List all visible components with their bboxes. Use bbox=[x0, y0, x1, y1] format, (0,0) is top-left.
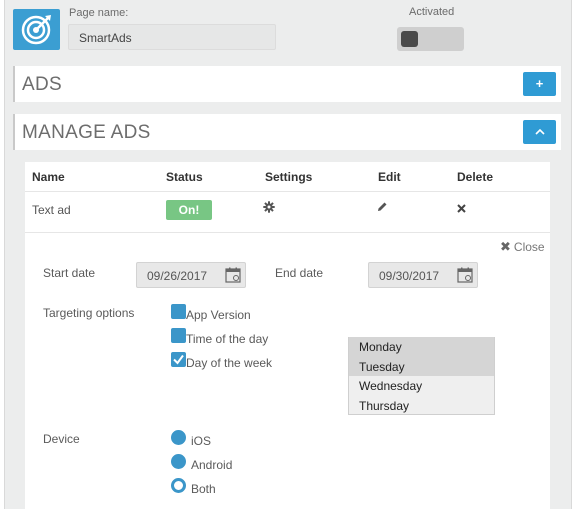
end-date-label: End date bbox=[275, 266, 324, 280]
both-label: Both bbox=[191, 482, 216, 496]
manage-ads-panel-title: MANAGE ADS bbox=[22, 122, 151, 143]
radio-ios[interactable] bbox=[171, 430, 186, 445]
header-divider bbox=[25, 191, 550, 192]
end-date-input[interactable]: 09/30/2017 bbox=[368, 262, 478, 288]
ios-label: iOS bbox=[191, 434, 212, 448]
day-option[interactable]: Thursday bbox=[349, 395, 494, 414]
day-of-week-label: Day of the week bbox=[186, 356, 273, 370]
row-name: Text ad bbox=[32, 203, 71, 217]
close-icon[interactable] bbox=[457, 202, 466, 216]
add-ad-button[interactable]: + bbox=[523, 72, 556, 96]
col-header-edit: Edit bbox=[378, 170, 401, 184]
chevron-up-icon bbox=[534, 128, 545, 135]
day-option[interactable]: Tuesday bbox=[349, 356, 494, 376]
col-header-delete: Delete bbox=[457, 170, 494, 184]
close-x-icon: ✖ bbox=[500, 239, 511, 254]
day-option[interactable]: Monday bbox=[349, 337, 494, 357]
gear-icon[interactable] bbox=[263, 201, 275, 216]
activated-label: Activated bbox=[409, 6, 455, 18]
calendar-icon[interactable] bbox=[225, 267, 241, 286]
pencil-icon[interactable] bbox=[377, 201, 388, 215]
ads-panel-title: ADS bbox=[22, 74, 62, 95]
device-label: Device bbox=[43, 432, 80, 446]
days-listbox[interactable]: Monday Tuesday Wednesday Thursday bbox=[348, 337, 495, 415]
radio-android[interactable] bbox=[171, 454, 186, 469]
start-date-value: 09/26/2017 bbox=[147, 269, 208, 283]
checkbox-app-version[interactable] bbox=[171, 304, 186, 319]
close-detail-button[interactable]: ✖ Close bbox=[500, 239, 545, 255]
close-label: Close bbox=[513, 240, 545, 254]
targeting-options-label: Targeting options bbox=[43, 306, 135, 320]
start-date-input[interactable]: 09/26/2017 bbox=[136, 262, 246, 288]
target-logo-icon bbox=[13, 9, 60, 50]
col-header-settings: Settings bbox=[265, 170, 313, 184]
page-name-label: Page name: bbox=[69, 7, 129, 19]
col-header-name: Name bbox=[32, 170, 65, 184]
time-of-day-label: Time of the day bbox=[186, 332, 269, 346]
app-version-label: App Version bbox=[186, 308, 251, 322]
collapse-manage-ads-button[interactable] bbox=[523, 120, 556, 144]
checkbox-day-of-week[interactable] bbox=[171, 352, 186, 367]
end-date-value: 09/30/2017 bbox=[379, 269, 440, 283]
activated-toggle[interactable] bbox=[397, 27, 464, 51]
manage-ads-panel: MANAGE ADS bbox=[13, 114, 561, 150]
page-name-input[interactable]: SmartAds bbox=[68, 24, 276, 50]
status-badge[interactable]: On! bbox=[166, 200, 212, 220]
start-date-label: Start date bbox=[43, 266, 96, 280]
checkmark-icon bbox=[173, 354, 184, 365]
ads-panel: ADS + bbox=[13, 66, 561, 102]
calendar-icon[interactable] bbox=[457, 267, 473, 286]
day-option[interactable]: Wednesday bbox=[349, 376, 494, 396]
radio-both[interactable] bbox=[171, 478, 186, 493]
toggle-knob bbox=[401, 31, 418, 47]
col-header-status: Status bbox=[166, 170, 203, 184]
checkbox-time-of-day[interactable] bbox=[171, 328, 186, 343]
android-label: Android bbox=[191, 458, 233, 472]
